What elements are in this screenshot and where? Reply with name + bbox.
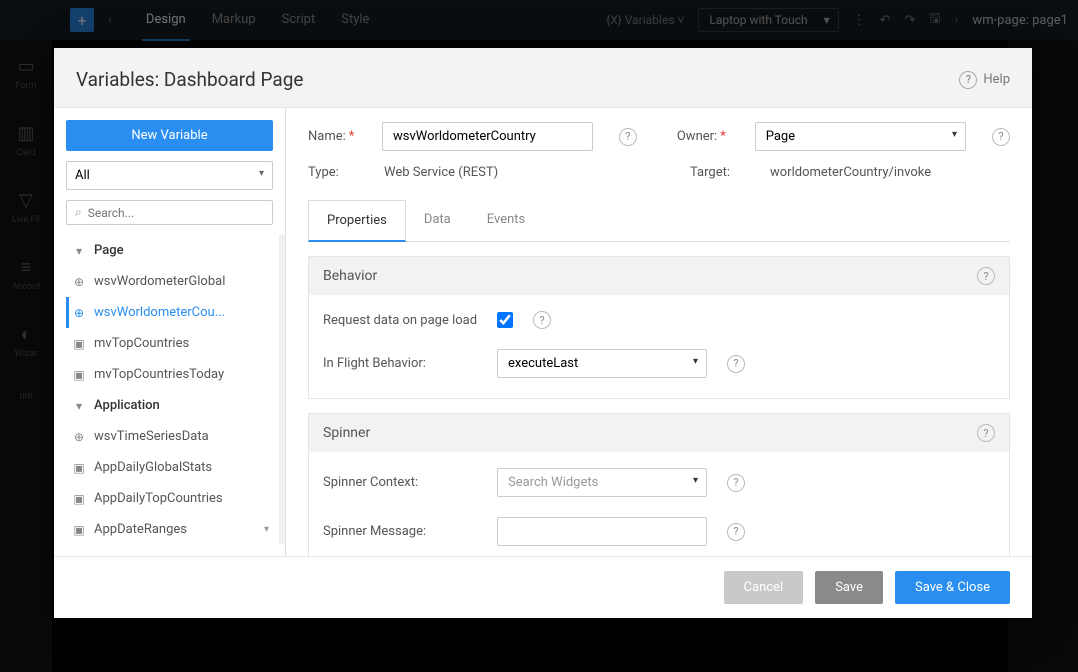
behavior-section: Behavior ? Request data on page load ? I… xyxy=(308,256,1010,399)
target-value: worldometerCountry/invoke xyxy=(770,165,1010,180)
spinner-message-input[interactable] xyxy=(497,517,707,546)
tab-events[interactable]: Events xyxy=(469,200,543,241)
tree-item[interactable]: ▣AppDateRanges▾ xyxy=(66,514,275,544)
modal-title: Variables: Dashboard Page xyxy=(76,68,303,91)
new-variable-button[interactable]: New Variable xyxy=(66,120,273,151)
tree-group-page[interactable]: ▾Page xyxy=(66,235,275,266)
info-icon[interactable]: ? xyxy=(619,128,637,146)
tab-properties[interactable]: Properties xyxy=(308,200,406,242)
info-icon[interactable]: ? xyxy=(992,128,1010,146)
type-label: Type: xyxy=(308,165,364,180)
inflight-label: In Flight Behavior: xyxy=(323,356,483,371)
help-link[interactable]: ? Help xyxy=(959,71,1010,89)
info-icon[interactable]: ? xyxy=(533,311,551,329)
tree-item[interactable]: ⊕wsvTimeSeriesData xyxy=(66,421,275,452)
tree-item-selected[interactable]: ⊕wsvWorldometerCou... xyxy=(66,297,275,328)
search-icon: ⌕ xyxy=(75,205,82,220)
tree-item[interactable]: ▣AppDailyGlobalStats xyxy=(66,452,275,483)
tree-item[interactable]: ▣mvTopCountriesToday xyxy=(66,359,275,390)
behavior-heading: Behavior xyxy=(323,268,377,284)
editor-tabs: Properties Data Events xyxy=(308,200,1010,242)
filter-scope-select[interactable]: All xyxy=(66,161,273,190)
modal-footer: Cancel Save Save & Close xyxy=(54,556,1032,618)
spinner-context-label: Spinner Context: xyxy=(323,475,483,490)
spinner-section: Spinner ? Spinner Context: Search Widget… xyxy=(308,413,1010,556)
info-icon[interactable]: ? xyxy=(977,267,995,285)
inflight-select[interactable]: executeLast xyxy=(497,349,707,378)
cancel-button[interactable]: Cancel xyxy=(724,571,804,604)
target-label: Target: xyxy=(690,165,750,180)
info-icon[interactable]: ? xyxy=(977,424,995,442)
search-input[interactable] xyxy=(88,206,264,220)
spinner-message-label: Spinner Message: xyxy=(323,524,483,539)
variables-modal: Variables: Dashboard Page ? Help New Var… xyxy=(54,48,1032,618)
spinner-context-select[interactable]: Search Widgets xyxy=(497,468,707,497)
spinner-heading: Spinner xyxy=(323,425,370,441)
request-on-load-label: Request data on page load xyxy=(323,313,483,328)
request-on-load-checkbox[interactable] xyxy=(497,312,513,328)
name-input[interactable] xyxy=(382,122,593,151)
tree-item[interactable]: ▣AppDailyTopCountries xyxy=(66,483,275,514)
variables-tree[interactable]: ▾Page ⊕wsvWordometerGlobal ⊕wsvWorldomet… xyxy=(66,235,285,544)
type-value: Web Service (REST) xyxy=(384,165,602,180)
help-icon: ? xyxy=(959,71,977,89)
owner-select[interactable]: Page xyxy=(755,122,966,151)
variable-editor: Name:* ? Owner:* Page ? Type: Web Servic… xyxy=(286,108,1032,556)
owner-label: Owner:* xyxy=(677,129,735,144)
save-button[interactable]: Save xyxy=(815,571,883,604)
search-input-wrap[interactable]: ⌕ xyxy=(66,200,273,225)
tree-group-app[interactable]: ▾Application xyxy=(66,390,275,421)
info-icon[interactable]: ? xyxy=(727,523,745,541)
variables-sidebar: New Variable All ⌕ ▾Page ⊕wsvWordometerG… xyxy=(54,108,286,556)
modal-header: Variables: Dashboard Page ? Help xyxy=(54,48,1032,108)
save-close-button[interactable]: Save & Close xyxy=(895,571,1010,604)
name-label: Name:* xyxy=(308,129,362,144)
info-icon[interactable]: ? xyxy=(727,474,745,492)
tree-item[interactable]: ⊕wsvWordometerGlobal xyxy=(66,266,275,297)
tree-item[interactable]: ▣mvTopCountries xyxy=(66,328,275,359)
info-icon[interactable]: ? xyxy=(727,355,745,373)
tab-data[interactable]: Data xyxy=(406,200,469,241)
